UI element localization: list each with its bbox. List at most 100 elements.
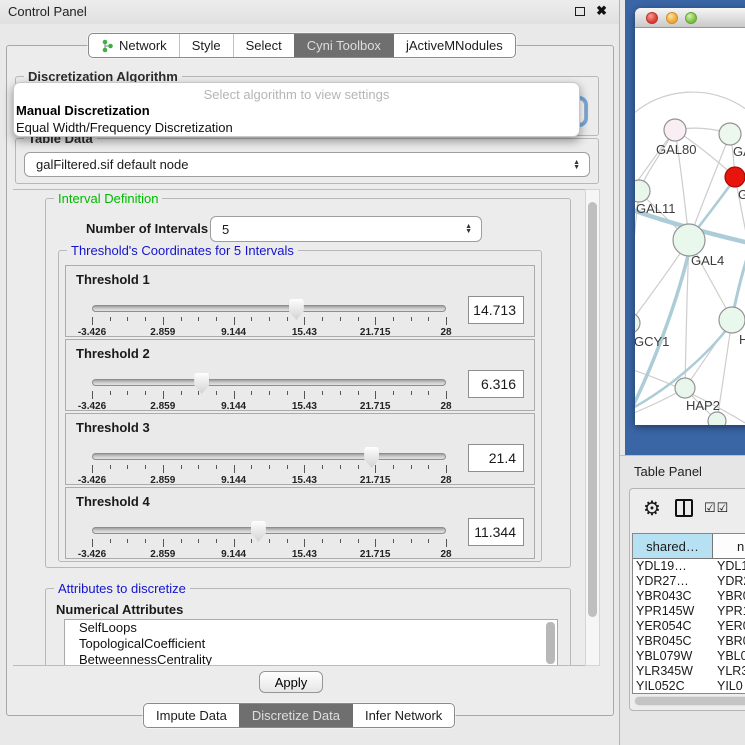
network-node-gal11[interactable] <box>635 180 650 202</box>
settings-vertical-scrollbar[interactable] <box>585 189 600 666</box>
network-node-hap2[interactable] <box>675 378 695 398</box>
table-row[interactable]: YIL052CYIL0 <box>633 679 745 694</box>
tab-infer-network[interactable]: Infer Network <box>352 704 454 727</box>
slider-tick-label: 2.859 <box>150 401 175 412</box>
threshold-slider[interactable]: -3.4262.8599.14415.4321.71528 <box>92 524 446 558</box>
network-window-titlebar[interactable] <box>635 8 745 28</box>
popup-option-manual-discretization[interactable]: Manual Discretization <box>16 103 150 118</box>
slider-tick <box>216 317 217 321</box>
threshold-value-field[interactable]: 6.316 <box>468 370 524 398</box>
slider-tick <box>340 465 341 469</box>
network-node-gal80[interactable] <box>664 119 686 141</box>
table-row[interactable]: YDL19…YDL1 <box>633 559 745 574</box>
slider-tick <box>411 465 412 469</box>
right-side: GAL80GAGGAL11GAL4GCY1HHAP2 Table Panel ⚙… <box>620 0 745 745</box>
column-header-shared-name[interactable]: shared… <box>633 534 713 558</box>
network-node-h[interactable] <box>719 307 745 333</box>
table-panel: ⚙ ☑☑ shared… n YDL19…YDL1YDR27…YDR2YBR04… <box>629 488 745 711</box>
popup-option-equal-width-frequency[interactable]: Equal Width/Frequency Discretization <box>16 120 233 135</box>
slider-tick-labels: -3.4262.8599.14415.4321.71528 <box>92 549 446 560</box>
cell-shared-name: YBL079W <box>633 649 713 664</box>
threshold-value-field[interactable]: 14.713 <box>468 296 524 324</box>
combo-spinner-icon: ▲▼ <box>573 160 580 170</box>
table-row[interactable]: YBR045CYBR0 <box>633 634 745 649</box>
apply-button[interactable]: Apply <box>259 671 323 693</box>
slider-track[interactable] <box>92 453 446 460</box>
float-window-icon[interactable] <box>575 7 585 16</box>
cell-shared-name: YIL052C <box>633 679 713 694</box>
slider-tick <box>322 465 323 469</box>
network-node-g[interactable] <box>725 167 745 187</box>
control-panel-titlebar: Control Panel ✖ <box>0 0 619 24</box>
network-node-gal4[interactable] <box>673 224 705 256</box>
slider-tick <box>234 391 235 399</box>
scrollbar-thumb[interactable] <box>635 697 745 705</box>
slider-tick-labels: -3.4262.8599.14415.4321.71528 <box>92 475 446 486</box>
attribute-list-item[interactable]: SelfLoops <box>65 620 557 636</box>
threshold-slider[interactable]: -3.4262.8599.14415.4321.71528 <box>92 302 446 336</box>
table-row[interactable]: YPR145WYPR1 <box>633 604 745 619</box>
scrollbar-thumb[interactable] <box>588 202 597 617</box>
slider-tick <box>375 391 376 399</box>
attribute-list-item[interactable]: TopologicalCoefficient <box>65 636 557 652</box>
settings-scroll-viewport: Interval Definition Number of Intervals … <box>13 189 585 666</box>
tab-style[interactable]: Style <box>179 34 233 57</box>
cell-name: YDL1 <box>713 559 745 574</box>
threshold-slider[interactable]: -3.4262.8599.14415.4321.71528 <box>92 450 446 484</box>
node-attribute-table: shared… n YDL19…YDL1YDR27…YDR2YBR043CYBR… <box>632 533 745 694</box>
threshold-value-field[interactable]: 21.4 <box>468 444 524 472</box>
slider-tick-label: 9.144 <box>221 401 246 412</box>
table-row[interactable]: YER054CYER0 <box>633 619 745 634</box>
number-of-intervals-combobox[interactable]: 5 ▲▼ <box>210 216 482 242</box>
slider-tick <box>393 539 394 543</box>
column-header-name[interactable]: n <box>713 534 745 558</box>
table-row[interactable]: YBR043CYBR0 <box>633 589 745 604</box>
zoom-window-icon[interactable] <box>685 12 697 24</box>
network-node[interactable] <box>708 412 726 425</box>
thresholds-group: Threshold's Coordinates for 5 Intervals … <box>58 250 542 562</box>
threshold-box: Threshold 2-3.4262.8599.14415.4321.71528… <box>65 339 535 411</box>
network-node-gcy1[interactable] <box>635 313 640 333</box>
attribute-list-item[interactable]: BetweennessCentrality <box>65 652 557 666</box>
tab-impute-data[interactable]: Impute Data <box>144 704 239 727</box>
table-row[interactable]: YDR27…YDR2 <box>633 574 745 589</box>
slider-tick <box>358 317 359 321</box>
slider-tick <box>287 465 288 469</box>
tab-select[interactable]: Select <box>233 34 294 57</box>
table-data-combobox[interactable]: galFiltered.sif default node ▲▼ <box>24 152 590 177</box>
list-scrollbar-thumb[interactable] <box>546 622 555 664</box>
slider-track[interactable] <box>92 305 446 312</box>
slider-tick <box>145 465 146 469</box>
cell-shared-name: YDL19… <box>633 559 713 574</box>
tab-jactivemnodules[interactable]: jActiveMNodules <box>393 34 515 57</box>
select-columns-checkboxes-icon[interactable]: ☑☑ <box>704 500 729 516</box>
tab-network[interactable]: Network <box>89 34 179 57</box>
close-window-icon[interactable] <box>646 12 658 24</box>
numerical-attributes-list[interactable]: SelfLoopsTopologicalCoefficientBetweenne… <box>64 619 558 666</box>
table-horizontal-scrollbar[interactable] <box>634 696 745 706</box>
slider-tick-label: 9.144 <box>221 549 246 560</box>
network-node-label: GA <box>733 144 745 159</box>
tab-cyni-toolbox[interactable]: Cyni Toolbox <box>294 34 393 57</box>
network-node-ga[interactable] <box>719 123 741 145</box>
columns-icon[interactable] <box>675 499 693 517</box>
gear-icon[interactable]: ⚙ <box>643 496 661 521</box>
network-canvas[interactable]: GAL80GAGGAL11GAL4GCY1HHAP2 <box>635 28 745 425</box>
slider-tick <box>92 391 93 399</box>
slider-track[interactable] <box>92 379 446 386</box>
slider-tick-label: 28 <box>440 401 451 412</box>
minimize-window-icon[interactable] <box>666 12 678 24</box>
slider-tick <box>110 465 111 469</box>
tab-discretize-data[interactable]: Discretize Data <box>239 704 352 727</box>
slider-tick <box>198 465 199 469</box>
table-row[interactable]: YBL079WYBL0 <box>633 649 745 664</box>
slider-tick <box>340 539 341 543</box>
slider-tick-label: 21.715 <box>360 549 391 560</box>
slider-track[interactable] <box>92 527 446 534</box>
table-row[interactable]: YLR345WYLR3 <box>633 664 745 679</box>
close-icon[interactable]: ✖ <box>596 3 607 19</box>
slider-tick <box>145 317 146 321</box>
slider-tick <box>145 391 146 395</box>
threshold-value-field[interactable]: 11.344 <box>468 518 524 546</box>
threshold-slider[interactable]: -3.4262.8599.14415.4321.71528 <box>92 376 446 410</box>
